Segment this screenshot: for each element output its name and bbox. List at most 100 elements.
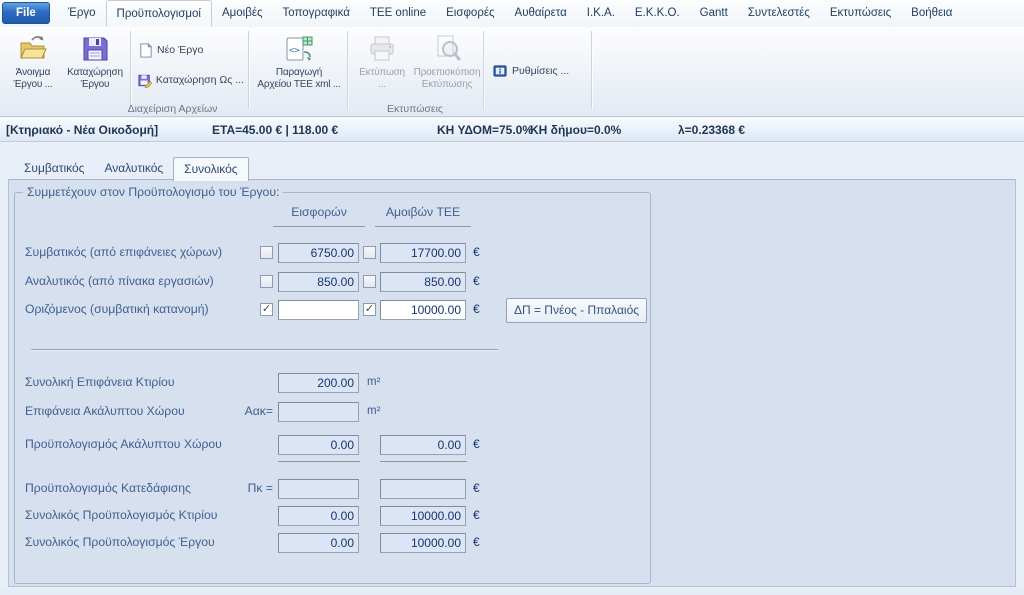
total-row-open-space-budget: Προϋπολογισμός Ακάλυπτου Χώρου 0.00 0.00… <box>15 435 650 457</box>
app-window: File Έργο Προϋπολογισμοί Αμοιβές Τοπογρα… <box>0 0 1024 595</box>
sum-line <box>278 461 360 462</box>
ribbon-tab-proypologismoi[interactable]: Προϋπολογισμοί <box>106 0 212 27</box>
save-as-icon <box>138 73 152 88</box>
euro-unit: € <box>473 508 480 522</box>
ribbon-tab-ektyposeis[interactable]: Εκτυπώσεις <box>820 0 901 27</box>
value-eisforon[interactable]: 850.00 <box>278 272 359 292</box>
sum-line <box>380 461 467 462</box>
budget-groupbox: Συμμετέχουν στον Προϋπολογισμό του Έργου… <box>14 192 651 584</box>
generate-tee-xml-button[interactable]: <> Παραγωγή Αρχείου TEE xml ... <box>252 30 346 104</box>
column-header-amoibon-tee: Αμοιβών TEE <box>375 205 471 227</box>
value-amoibon[interactable]: 10000.00 <box>380 506 466 526</box>
value-amoibon[interactable]: 10000.00 <box>380 533 466 553</box>
value-amoibon[interactable]: 0.00 <box>380 435 466 455</box>
ribbon-group-separator <box>347 31 348 109</box>
print-label-1: Εκτύπωση <box>351 67 413 79</box>
save-project-button[interactable]: Καταχώρηση Έργου <box>62 30 128 104</box>
ribbon-tab-tee-online[interactable]: TEE online <box>360 0 436 27</box>
ribbon-tab-topografika[interactable]: Τοπογραφικά <box>273 0 360 27</box>
ribbon-tab-gantt[interactable]: Gantt <box>690 0 738 27</box>
ribbon-tab-syntelestes[interactable]: Συντελεστές <box>738 0 820 27</box>
value-amoibon[interactable] <box>380 479 466 499</box>
status-project-type: [Κτηριακό - Νέα Οικοδομή] <box>6 119 158 142</box>
row-label: Συνολικός Προϋπολογισμός Έργου <box>25 535 215 549</box>
print-preview-label-2: Εκτύπωσης <box>413 79 481 91</box>
value-eisforon[interactable] <box>278 479 359 499</box>
checkbox-eisforon[interactable] <box>260 246 273 259</box>
row-label: Προϋπολογισμός Ακάλυπτου Χώρου <box>25 437 222 451</box>
sqm-unit: m² <box>367 405 380 417</box>
print-preview-button[interactable]: Προεπισκόπιση Εκτύπωσης <box>413 30 481 104</box>
xml-file-icon: <> <box>283 33 315 65</box>
value-eisforon-input[interactable] <box>278 300 359 320</box>
row-label: Προϋπολογισμός Κατεδάφισης <box>25 481 191 495</box>
tab-synolikos[interactable]: Συνολικός <box>173 157 248 181</box>
budget-tab-strip: Συμβατικός Αναλυτικός Συνολικός <box>14 157 249 181</box>
file-menu-button[interactable]: File <box>2 2 50 24</box>
settings-label: Ρυθμίσεις ... <box>512 65 569 77</box>
save-project-label-2: Έργου <box>62 79 128 91</box>
open-project-button[interactable]: Άνοιγμα Έργου ... <box>4 30 62 104</box>
row-label: Επιφάνεια Ακάλυπτου Χώρου <box>25 404 185 418</box>
value-amoibon[interactable]: 17700.00 <box>380 243 466 263</box>
ribbon-tab-ekko[interactable]: Ε.Κ.Κ.Ο. <box>625 0 690 27</box>
area-row-open-space: Επιφάνεια Ακάλυπτου Χώρου Αακ= m² <box>15 402 650 424</box>
surface-value[interactable]: 200.00 <box>278 373 359 393</box>
ribbon-group-file-management-label: Διαχείριση Αρχείων <box>0 103 345 115</box>
ribbon-tab-authaireta[interactable]: Αυθαίρετα <box>505 0 577 27</box>
value-eisforon[interactable]: 6750.00 <box>278 243 359 263</box>
euro-unit: € <box>473 245 480 259</box>
settings-icon <box>493 64 508 79</box>
checkbox-amoibon[interactable] <box>363 275 376 288</box>
status-kh-ydom-value: ΚΗ ΥΔΟΜ=75.0% <box>437 119 533 142</box>
floppy-disk-icon <box>79 33 111 65</box>
total-row-demolition-budget: Προϋπολογισμός Κατεδάφισης Πκ = € <box>15 479 650 501</box>
value-eisforon[interactable]: 0.00 <box>278 533 359 553</box>
ribbon-tab-ika[interactable]: Ι.Κ.Α. <box>577 0 625 27</box>
row-label: Συμβατικός (από επιφάνειες χώρων) <box>25 245 222 259</box>
ribbon-tab-ergo[interactable]: Έργο <box>58 0 106 27</box>
open-space-value[interactable] <box>278 402 359 422</box>
settings-button[interactable]: Ρυθμίσεις ... <box>493 60 587 82</box>
tab-analytikos[interactable]: Αναλυτικός <box>94 157 173 180</box>
area-row-total-surface: Συνολική Επιφάνεια Κτιρίου 200.00 m² <box>15 373 650 395</box>
ribbon-tab-amoibes[interactable]: Αμοιβές <box>212 0 273 27</box>
sqm-unit: m² <box>367 376 380 388</box>
ribbon: Άνοιγμα Έργου ... Καταχώρηση Έργου Νέο Έ… <box>0 27 1024 117</box>
tab-symbatikos[interactable]: Συμβατικός <box>14 157 94 180</box>
status-kh-dimou-value: ΚΗ δήμου=0.0% <box>530 119 621 142</box>
value-amoibon-input[interactable]: 10000.00 <box>380 300 466 320</box>
dp-formula-button[interactable]: ΔΠ = Πνέος - Ππαλαιός <box>506 298 647 323</box>
checkbox-amoibon[interactable] <box>363 246 376 259</box>
print-button[interactable]: Εκτύπωση ... <box>351 30 413 104</box>
value-eisforon[interactable]: 0.00 <box>278 506 359 526</box>
value-eisforon[interactable]: 0.00 <box>278 435 359 455</box>
row-label: Συνολικός Προϋπολογισμός Κτιρίου <box>25 508 217 522</box>
print-label-2: ... <box>351 79 413 91</box>
euro-unit: € <box>473 481 480 495</box>
new-project-button[interactable]: Νέο Έργο <box>138 39 244 61</box>
pk-prefix-label: Πκ = <box>210 481 273 495</box>
horizontal-separator <box>31 349 498 350</box>
checkbox-amoibon[interactable]: ✓ <box>363 303 376 316</box>
print-preview-icon <box>431 33 463 65</box>
aak-prefix-label: Αακ= <box>210 404 273 418</box>
checkbox-eisforon[interactable]: ✓ <box>260 303 273 316</box>
checkbox-eisforon[interactable] <box>260 275 273 288</box>
save-as-button[interactable]: Καταχώρηση Ως ... <box>138 69 244 91</box>
new-document-icon <box>138 43 153 58</box>
value-amoibon[interactable]: 850.00 <box>380 272 466 292</box>
svg-text:<>: <> <box>289 46 300 56</box>
new-project-label: Νέο Έργο <box>157 44 203 56</box>
budget-row-symbatikos: Συμβατικός (από επιφάνειες χώρων) 6750.0… <box>15 243 650 265</box>
ribbon-tab-boitheia[interactable]: Βοήθεια <box>901 0 962 27</box>
status-lambda-value: λ=0.23368 € <box>678 119 745 142</box>
row-label: Αναλυτικός (από πίνακα εργασιών) <box>25 274 214 288</box>
groupbox-title: Συμμετέχουν στον Προϋπολογισμό του Έργου… <box>23 185 283 199</box>
open-project-label-2: Έργου ... <box>4 79 62 91</box>
open-project-label-1: Άνοιγμα <box>4 67 62 79</box>
open-folder-icon <box>17 33 49 65</box>
status-eta-value: ΕΤΑ=45.00 € | 118.00 € <box>212 119 338 142</box>
status-bar: [Κτηριακό - Νέα Οικοδομή] ΕΤΑ=45.00 € | … <box>0 118 1024 142</box>
ribbon-tab-eisfores[interactable]: Εισφορές <box>436 0 504 27</box>
